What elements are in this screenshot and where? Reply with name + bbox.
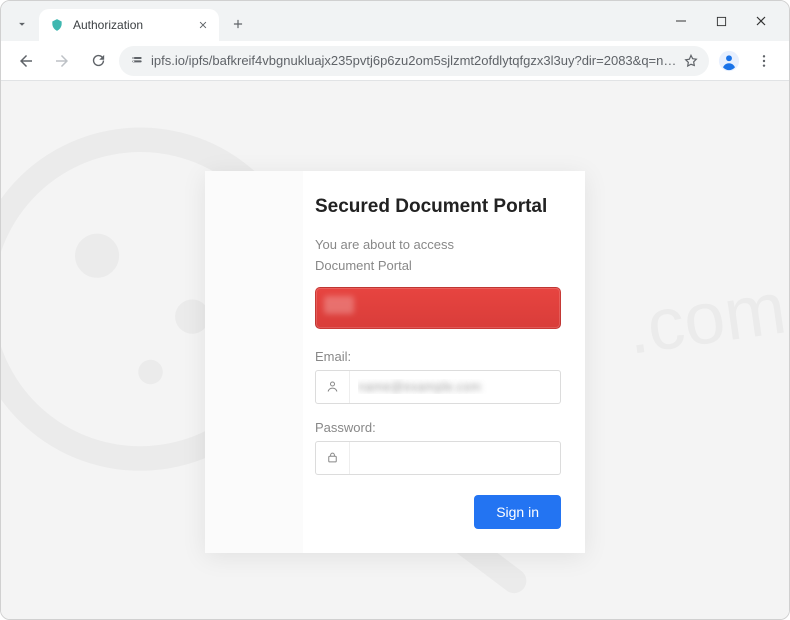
maximize-icon	[716, 16, 727, 27]
site-info-icon[interactable]	[129, 53, 145, 69]
window-controls	[661, 1, 781, 41]
tab-favicon	[49, 17, 65, 33]
password-label: Password:	[315, 420, 561, 435]
portal-subtext: Document Portal	[315, 258, 561, 273]
url-text: ipfs.io/ipfs/bafkreif4vbgnukluajx235pvtj…	[151, 53, 677, 68]
page-viewport: risk .com Secured Document Portal You ar…	[1, 81, 789, 619]
bookmark-button[interactable]	[683, 53, 699, 69]
login-card: Secured Document Portal You are about to…	[205, 171, 585, 553]
arrow-left-icon	[17, 52, 35, 70]
minimize-button[interactable]	[661, 5, 701, 37]
reload-icon	[90, 52, 107, 69]
card-side-panel	[205, 171, 303, 553]
arrow-right-icon	[53, 52, 71, 70]
browser-window: Authorization	[0, 0, 790, 620]
user-icon	[316, 371, 350, 403]
kebab-icon	[756, 53, 772, 69]
back-button[interactable]	[11, 46, 41, 76]
tab-title: Authorization	[73, 18, 187, 32]
maximize-button[interactable]	[701, 5, 741, 37]
forward-button[interactable]	[47, 46, 77, 76]
tab-search-button[interactable]	[9, 11, 35, 37]
browser-menu-button[interactable]	[749, 46, 779, 76]
close-icon	[755, 15, 767, 27]
navigation-toolbar: ipfs.io/ipfs/bafkreif4vbgnukluajx235pvtj…	[1, 41, 789, 81]
star-icon	[683, 53, 699, 69]
titlebar: Authorization	[1, 1, 789, 41]
tab-close-button[interactable]	[195, 17, 211, 33]
page-heading: Secured Document Portal	[315, 195, 561, 219]
access-subtext: You are about to access	[315, 237, 561, 252]
minimize-icon	[675, 15, 687, 27]
password-input[interactable]	[350, 442, 560, 474]
browser-tab[interactable]: Authorization	[39, 9, 219, 41]
email-label: Email:	[315, 349, 561, 364]
profile-button[interactable]	[715, 47, 743, 75]
plus-icon	[231, 17, 245, 31]
chevron-down-icon	[15, 17, 29, 31]
lock-icon	[316, 442, 350, 474]
reload-button[interactable]	[83, 46, 113, 76]
new-tab-button[interactable]	[225, 11, 251, 37]
close-icon	[198, 20, 208, 30]
profile-icon	[718, 50, 740, 72]
redacted-banner	[315, 287, 561, 329]
email-input-wrap[interactable]	[315, 370, 561, 404]
email-input[interactable]	[350, 371, 560, 403]
password-input-wrap[interactable]	[315, 441, 561, 475]
address-bar[interactable]: ipfs.io/ipfs/bafkreif4vbgnukluajx235pvtj…	[119, 46, 709, 76]
sign-in-button[interactable]: Sign in	[474, 495, 561, 529]
close-window-button[interactable]	[741, 5, 781, 37]
svg-text:.com: .com	[621, 265, 789, 369]
